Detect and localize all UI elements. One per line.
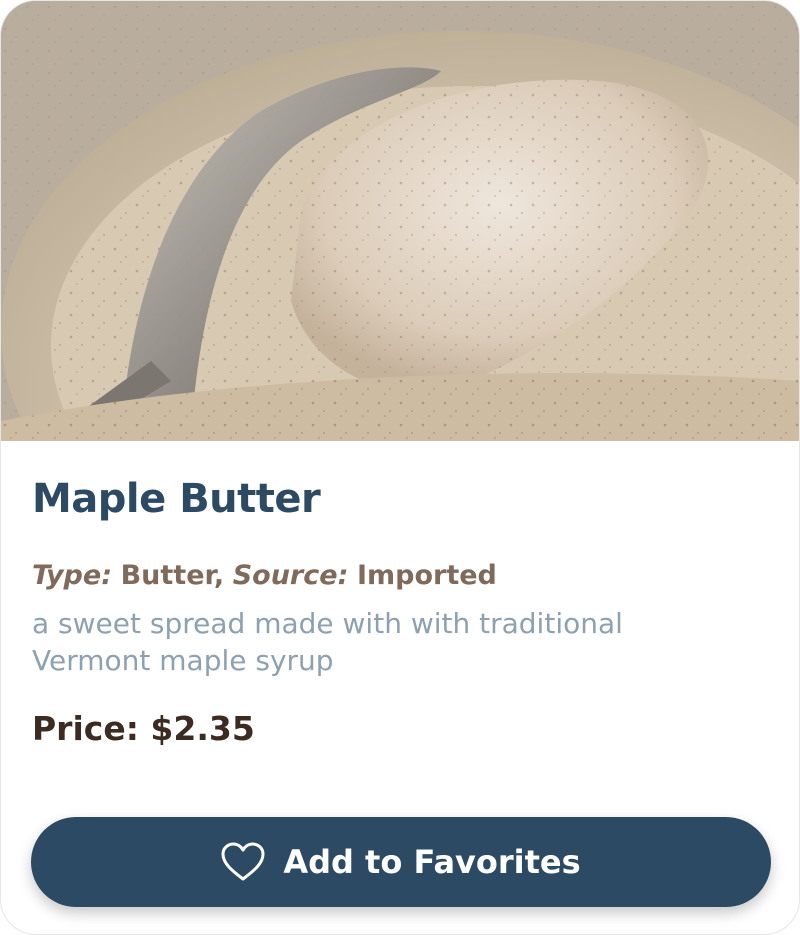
source-value: Imported (356, 560, 497, 591)
product-title: Maple Butter (32, 476, 321, 522)
add-to-favorites-button[interactable]: Add to Favorites (31, 817, 771, 907)
add-to-favorites-label: Add to Favorites (283, 843, 581, 881)
product-image (1, 1, 799, 441)
product-description: a sweet spread made with with traditiona… (32, 607, 623, 677)
type-label: Type: (32, 560, 112, 591)
product-meta: Type: Butter, Source: Imported (32, 558, 497, 594)
product-price: Price: $2.35 (32, 709, 255, 748)
source-label: Source: (232, 560, 349, 591)
type-value: Butter, (120, 560, 225, 591)
product-photo-illustration (1, 1, 799, 441)
product-card: Maple Butter Type: Butter, Source: Impor… (0, 0, 800, 935)
heart-outline-icon (221, 842, 265, 882)
